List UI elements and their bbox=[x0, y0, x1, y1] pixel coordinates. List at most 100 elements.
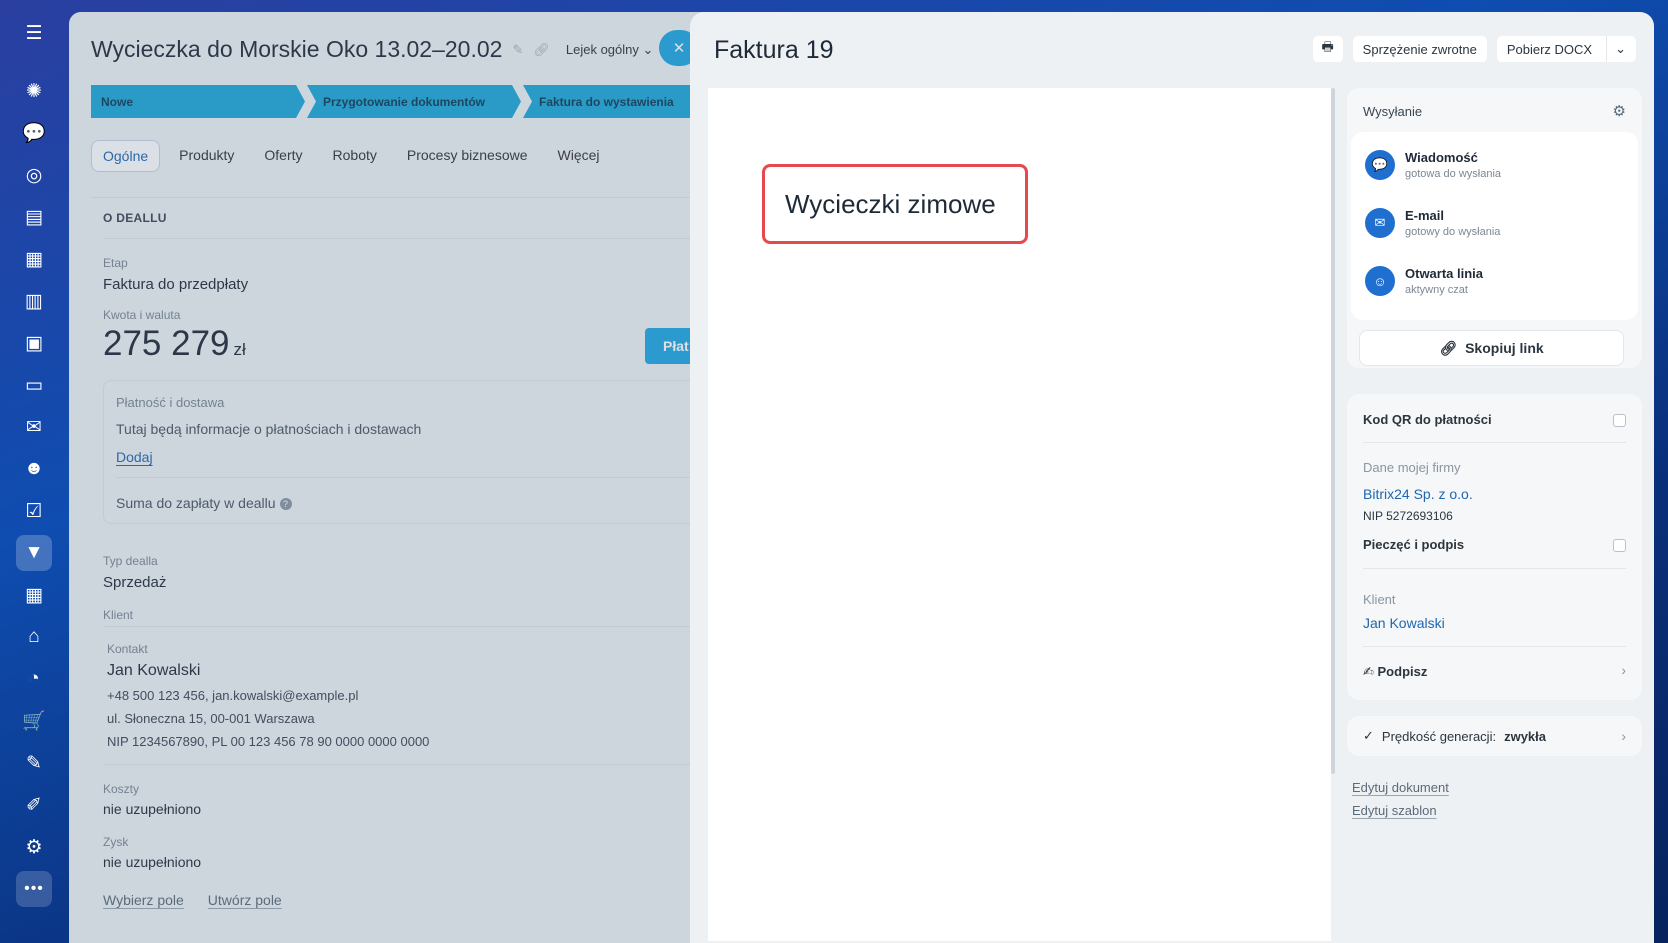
stage-invoice[interactable]: Faktura do wystawienia bbox=[523, 85, 703, 118]
create-field-link[interactable]: Utwórz pole bbox=[208, 892, 282, 908]
qr-code-checkbox[interactable] bbox=[1613, 414, 1626, 427]
tab-business-processes[interactable]: Procesy biznesowe bbox=[396, 140, 539, 172]
printer-icon: 🖶 bbox=[1321, 39, 1334, 54]
preview-scrollbar[interactable] bbox=[1331, 88, 1335, 774]
divider bbox=[103, 626, 709, 627]
print-button[interactable]: 🖶 bbox=[1312, 36, 1343, 62]
contact-label: Kontakt bbox=[107, 642, 148, 656]
payment-box: Płatność i dostawa Tutaj będą informacje… bbox=[103, 380, 709, 524]
deal-panel: Wycieczka do Morskie Oko 13.02–20.02 ✎ 🔗… bbox=[69, 12, 709, 943]
document-heading-highlight: Wycieczki zimowe bbox=[762, 164, 1028, 244]
chevron-right-icon[interactable]: › bbox=[1621, 662, 1626, 678]
target-icon[interactable]: ◎ bbox=[16, 157, 52, 193]
crm-funnel-icon[interactable]: ▼ bbox=[16, 535, 52, 571]
help-icon[interactable]: ? bbox=[279, 498, 292, 511]
link-icon[interactable]: 🔗︎ bbox=[533, 42, 550, 58]
tab-offers[interactable]: Oferty bbox=[253, 140, 313, 172]
card-icon[interactable]: ▭ bbox=[16, 367, 52, 403]
client-label: Klient bbox=[1363, 592, 1396, 607]
speed-value: zwykła bbox=[1504, 728, 1546, 744]
currency: zł bbox=[233, 340, 246, 359]
funnel-selector[interactable]: Lejek ogólny ⌄ bbox=[566, 42, 654, 58]
sending-title: Wysyłanie bbox=[1363, 104, 1423, 119]
payment-info: Tutaj będą informacje o płatnościach i d… bbox=[116, 421, 422, 437]
qr-code-label: Kod QR do płatności bbox=[1363, 412, 1492, 427]
checkbox-icon[interactable]: ☑ bbox=[16, 493, 52, 529]
add-payment-link[interactable]: Dodaj bbox=[116, 449, 153, 465]
channel-message[interactable]: 💬 Wiadomość gotowa do wysłania bbox=[1365, 150, 1501, 180]
sign-icon: ✍ bbox=[1363, 664, 1378, 679]
stage-label: Etap bbox=[103, 256, 128, 270]
pen-icon[interactable]: ✐ bbox=[16, 787, 52, 823]
cart-icon[interactable]: 🛒 bbox=[16, 703, 52, 739]
gear-icon[interactable]: ⚙ bbox=[1613, 102, 1626, 120]
check-circle-icon: ✓ bbox=[1363, 728, 1374, 743]
gear-icon[interactable]: ⚙ bbox=[16, 829, 52, 865]
tab-robots[interactable]: Roboty bbox=[322, 140, 388, 172]
payment-title: Płatność i dostawa bbox=[116, 395, 225, 410]
edit-document-link[interactable]: Edytuj dokument bbox=[1352, 780, 1449, 795]
calendar-icon[interactable]: ▦ bbox=[16, 241, 52, 277]
hamburger-icon[interactable]: ☰ bbox=[16, 15, 52, 51]
divider bbox=[116, 477, 709, 478]
stage-bar: Nowe Przygotowanie dokumentów Faktura do… bbox=[91, 85, 703, 118]
tab-more[interactable]: Więcej bbox=[547, 140, 611, 172]
field-links: Wybierz pole Utwórz pole bbox=[103, 892, 282, 908]
chevron-down-icon[interactable]: ⌄ bbox=[1615, 41, 1626, 57]
tab-general[interactable]: Ogólne bbox=[91, 140, 161, 172]
company-label: Dane mojej firmy bbox=[1363, 460, 1461, 475]
divider bbox=[103, 764, 709, 765]
generation-speed-row[interactable]: ✓ Prędkość generacji: zwykła › bbox=[1347, 716, 1642, 756]
sign-doc-icon[interactable]: ✎ bbox=[16, 745, 52, 781]
presentation-icon[interactable]: ▣ bbox=[16, 325, 52, 361]
divider bbox=[103, 238, 709, 239]
channel-email[interactable]: ✉ E-mail gotowy do wysłania bbox=[1365, 208, 1500, 238]
chat-icon[interactable]: 💬 bbox=[16, 115, 52, 151]
file-icon[interactable]: ▥ bbox=[16, 283, 52, 319]
costs-label: Koszty bbox=[103, 782, 140, 796]
stage-value[interactable]: Faktura do przedpłaty bbox=[103, 276, 248, 293]
contacts-icon[interactable]: ☻ bbox=[16, 451, 52, 487]
amount-value[interactable]: 275 279 zł bbox=[103, 324, 246, 364]
divider bbox=[1363, 568, 1626, 569]
stamp-checkbox[interactable] bbox=[1613, 539, 1626, 552]
type-value[interactable]: Sprzedaż bbox=[103, 574, 166, 591]
contact-address: ul. Słoneczna 15, 00-001 Warszawa bbox=[107, 711, 315, 726]
feedback-button[interactable]: Sprzężenie zwrotne bbox=[1352, 36, 1487, 62]
invoice-title: Faktura 19 bbox=[714, 36, 834, 64]
open-line-icon: ☺ bbox=[1365, 266, 1395, 296]
divider bbox=[91, 197, 709, 198]
planner-icon[interactable]: ▦ bbox=[16, 577, 52, 613]
copy-link-button[interactable]: 🔗︎ Skopiuj link bbox=[1359, 330, 1624, 366]
mail-icon[interactable]: ✉ bbox=[16, 409, 52, 445]
contact-nip: NIP 1234567890, PL 00 123 456 78 90 0000… bbox=[107, 734, 430, 749]
edit-pencil-icon[interactable]: ✎ bbox=[512, 42, 523, 58]
document-preview: Wycieczki zimowe bbox=[708, 88, 1331, 941]
chevron-right-icon: › bbox=[1621, 728, 1626, 744]
sending-section: Wysyłanie ⚙ 💬 Wiadomość gotowa do wysłani… bbox=[1347, 88, 1642, 368]
analytics-icon[interactable]: ◔ bbox=[16, 661, 52, 697]
sign-row[interactable]: ✍ Podpisz bbox=[1363, 664, 1427, 680]
more-icon[interactable]: ••• bbox=[16, 871, 52, 907]
contact-name[interactable]: Jan Kowalski bbox=[107, 662, 200, 680]
stamp-label: Pieczęć i podpis bbox=[1363, 537, 1465, 552]
channel-open-line[interactable]: ☺ Otwarta linia aktywny czat bbox=[1365, 266, 1483, 296]
amount-label: Kwota i waluta bbox=[103, 308, 181, 322]
stage-new[interactable]: Nowe bbox=[91, 85, 305, 118]
mail-icon: ✉ bbox=[1365, 208, 1395, 238]
download-docx-button[interactable]: Pobierz DOCX ⌄ bbox=[1496, 36, 1636, 62]
tab-products[interactable]: Produkty bbox=[168, 140, 245, 172]
contact-phone-email: +48 500 123 456, jan.kowalski@example.pl bbox=[107, 688, 359, 703]
client-name-link[interactable]: Jan Kowalski bbox=[1363, 615, 1445, 631]
document-icon[interactable]: ▤ bbox=[16, 199, 52, 235]
company-name-link[interactable]: Bitrix24 Sp. z o.o. bbox=[1363, 486, 1473, 502]
client-label: Klient bbox=[103, 608, 134, 622]
store-icon[interactable]: ⌂ bbox=[16, 619, 52, 655]
costs-value[interactable]: nie uzupełniono bbox=[103, 801, 201, 817]
sum-to-pay: Suma do zapłaty w deallu? bbox=[116, 495, 292, 511]
profit-value[interactable]: nie uzupełniono bbox=[103, 854, 201, 870]
sparkle-icon[interactable]: ✺ bbox=[16, 73, 52, 109]
stage-docs[interactable]: Przygotowanie dokumentów bbox=[307, 85, 521, 118]
edit-template-link[interactable]: Edytuj szablon bbox=[1352, 803, 1449, 818]
select-field-link[interactable]: Wybierz pole bbox=[103, 892, 184, 908]
